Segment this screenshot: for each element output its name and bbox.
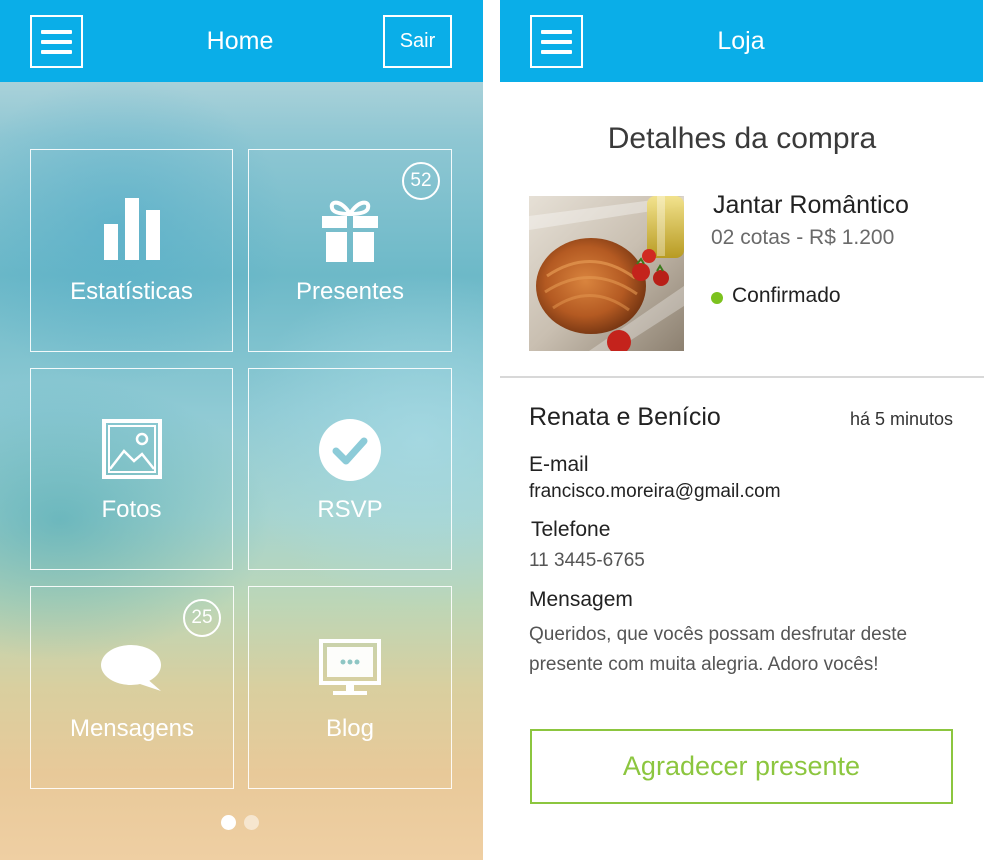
- tile-photos[interactable]: Fotos: [30, 368, 233, 570]
- email-value[interactable]: francisco.moreira@gmail.com: [529, 481, 781, 503]
- bar-chart-icon: [103, 198, 160, 260]
- status-label: Confirmado: [732, 284, 841, 307]
- tile-label: Presentes: [295, 278, 405, 305]
- tile-rsvp[interactable]: RSVP: [248, 368, 452, 570]
- store-screen: Loja Detalhes da compra Jantar Romântico…: [500, 0, 984, 860]
- product-quantity-price: 02 cotas - R$ 1.200: [711, 226, 895, 249]
- page-title: Loja: [717, 27, 765, 55]
- tile-label: Blog: [325, 715, 375, 742]
- monitor-icon: [319, 639, 381, 695]
- tile-label: Mensagens: [69, 715, 195, 742]
- section-title: Detalhes da compra: [607, 122, 877, 155]
- menu-button[interactable]: [530, 15, 583, 68]
- phone-value[interactable]: 11 3445-6765: [529, 550, 645, 572]
- store-header: Loja: [500, 0, 983, 82]
- page-dot[interactable]: [244, 815, 259, 830]
- image-icon: [101, 419, 162, 479]
- page-title: Home: [206, 27, 274, 55]
- speech-bubble-icon: [101, 645, 161, 691]
- status-indicator-dot: [711, 292, 723, 304]
- message-label: Mensagem: [529, 588, 633, 611]
- menu-icon-bar: [41, 49, 72, 54]
- tile-gifts[interactable]: 52 Presentes: [248, 149, 452, 352]
- thank-gift-button[interactable]: Agradecer presente: [530, 729, 953, 804]
- buyer-name: Renata e Benício: [529, 403, 721, 431]
- tile-label: Estatísticas: [70, 278, 193, 305]
- menu-icon-bar: [541, 39, 572, 44]
- purchase-time: há 5 minutos: [849, 409, 953, 429]
- logout-button[interactable]: Sair: [383, 15, 452, 68]
- email-label: E-mail: [529, 453, 589, 476]
- gifts-count-badge: 52: [402, 162, 440, 200]
- tile-statistics[interactable]: Estatísticas: [30, 149, 233, 352]
- product-name: Jantar Romântico: [713, 191, 909, 219]
- pasta-dish-image: [529, 196, 684, 351]
- menu-icon-bar: [541, 49, 572, 54]
- checkmark-icon: [319, 419, 381, 481]
- menu-icon: [41, 29, 72, 34]
- phone-label: Telefone: [531, 518, 611, 541]
- product-image: [529, 196, 684, 351]
- divider: [500, 376, 984, 378]
- messages-count-badge: 25: [183, 599, 221, 637]
- home-screen: Home Sair Estatísticas 52 Presentes Foto…: [0, 0, 483, 860]
- tile-label: RSVP: [317, 496, 383, 523]
- home-header: Home Sair: [0, 0, 483, 82]
- menu-icon-bar: [41, 39, 72, 44]
- tile-label: Fotos: [101, 496, 162, 523]
- menu-button[interactable]: [30, 15, 83, 68]
- page-indicator: [221, 815, 259, 830]
- tile-messages[interactable]: 25 Mensagens: [30, 586, 234, 789]
- menu-icon: [541, 29, 572, 34]
- gift-icon: [322, 200, 378, 262]
- message-text: Queridos, que vocês possam desfrutar des…: [529, 624, 908, 675]
- tile-blog[interactable]: Blog: [248, 586, 452, 789]
- page-dot-active[interactable]: [221, 815, 236, 830]
